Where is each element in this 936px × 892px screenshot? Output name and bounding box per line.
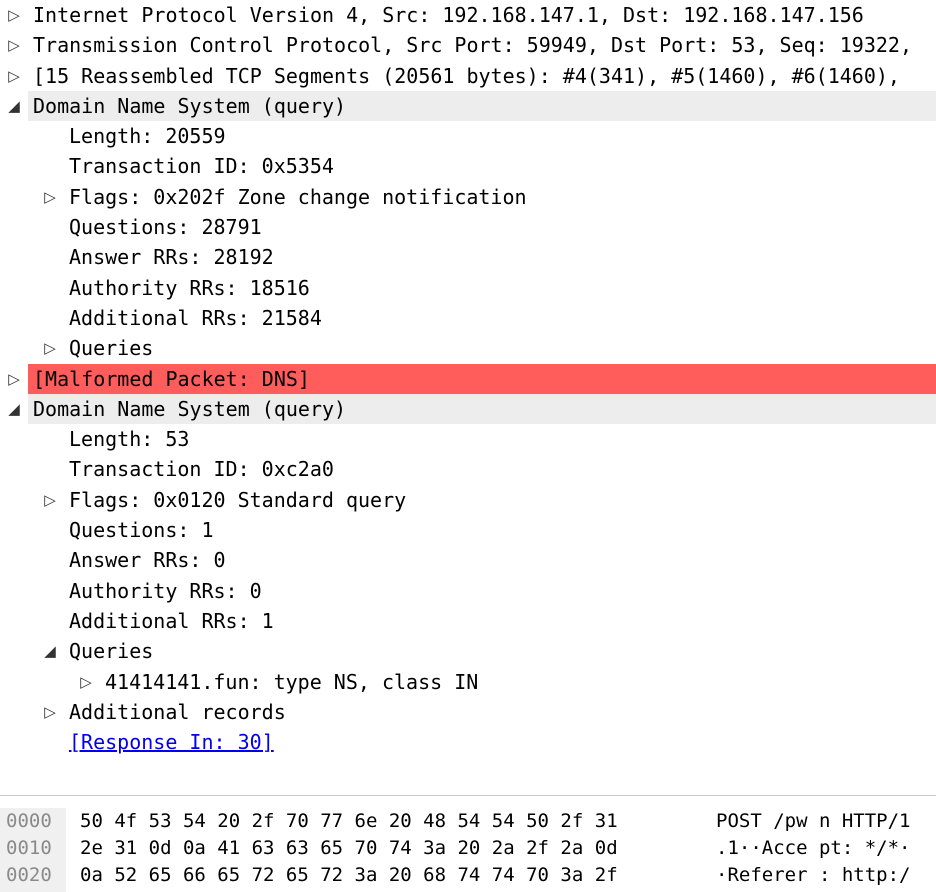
pane-divider[interactable] [0,795,936,796]
tree-row[interactable]: ▷ Flags: 0x202f Zone change notification [0,182,936,212]
tree-row-label: Domain Name System (query) [33,396,347,421]
tree-row[interactable]: ▷ Internet Protocol Version 4, Src: 192.1… [0,0,936,30]
tree-row[interactable]: ▷ [Malformed Packet: DNS] [0,363,936,394]
hex-offset: 0020 [6,864,52,886]
tree-row[interactable]: ▷ Transmission Control Protocol, Src Port… [0,30,936,60]
hex-offset: 0010 [6,837,52,859]
tree-row[interactable]: Answer RRs: 28192 [0,242,936,272]
tree-row-label: Authority RRs: 18516 [69,275,310,300]
tree-row-label: Additional records [69,699,286,724]
expand-arrow-icon[interactable]: ▷ [4,0,24,30]
tree-row-label: Transaction ID: 0xc2a0 [69,457,334,482]
expand-arrow-icon[interactable]: ▷ [40,333,60,363]
tree-row-label: Questions: 1 [69,518,214,543]
tree-row[interactable]: Questions: 28791 [0,212,936,242]
tree-row[interactable]: [Response In: 30] [0,727,936,757]
tree-row-label: [Malformed Packet: DNS] [33,366,310,391]
tree-row-label: Length: 20559 [69,124,226,149]
tree-row[interactable]: ▷ 41414141.fun: type NS, class IN [0,667,936,697]
expand-arrow-icon[interactable]: ▷ [40,697,60,727]
tree-row-label: Domain Name System (query) [33,93,347,118]
tree-row[interactable]: Transaction ID: 0x5354 [0,151,936,181]
expand-arrow-icon[interactable]: ▷ [4,61,24,91]
hex-ascii: .1··Acce pt: */*· [716,837,911,859]
tree-row[interactable]: Length: 53 [0,424,936,454]
tree-row-label: Queries [69,639,154,664]
tree-row-label: [15 Reassembled TCP Segments (20561 byte… [33,63,900,88]
tree-row-label: Flags: 0x0120 Standard query [69,487,407,512]
tree-row[interactable]: Transaction ID: 0xc2a0 [0,454,936,484]
collapse-arrow-icon[interactable]: ◢ [40,636,60,666]
tree-row[interactable]: ◢ Domain Name System (query) [0,90,936,122]
tree-row[interactable]: ▷ [15 Reassembled TCP Segments (20561 byt… [0,61,936,91]
packet-bytes-pane: 0000 50 4f 53 54 20 2f 70 77 6e 20 48 54 … [0,808,936,889]
hex-row[interactable]: 0010 2e 31 0d 0a 41 63 63 65 70 74 3a 20 … [0,835,936,862]
tree-row-label: Internet Protocol Version 4, Src: 192.16… [33,3,864,27]
tree-row[interactable]: Authority RRs: 18516 [0,273,936,303]
tree-row-label: Answer RRs: 0 [69,548,226,573]
expand-arrow-icon[interactable]: ▷ [4,30,24,60]
hex-bytes: 0a 52 65 66 65 72 65 72 3a 20 68 74 74 7… [80,864,618,886]
hex-row[interactable]: 0000 50 4f 53 54 20 2f 70 77 6e 20 48 54 … [0,808,936,835]
tree-row[interactable]: Authority RRs: 0 [0,576,936,606]
collapse-arrow-icon[interactable]: ◢ [4,91,24,121]
tree-row[interactable]: Questions: 1 [0,515,936,545]
tree-row-label: Transaction ID: 0x5354 [69,154,334,179]
hex-ascii: ·Referer : http:/ [716,864,911,886]
expand-arrow-icon[interactable]: ▷ [40,182,60,212]
tree-row[interactable]: Answer RRs: 0 [0,545,936,575]
tree-row-label: Additional RRs: 1 [69,608,274,633]
tree-row-label: Answer RRs: 28192 [69,245,274,270]
tree-row[interactable]: Length: 20559 [0,121,936,151]
tree-row-label: Additional RRs: 21584 [69,305,322,330]
hex-row[interactable]: 0020 0a 52 65 66 65 72 65 72 3a 20 68 74 … [0,862,936,889]
tree-row-label: Questions: 28791 [69,215,262,240]
tree-row-label: Transmission Control Protocol, Src Port:… [33,33,912,58]
tree-row[interactable]: Additional RRs: 21584 [0,303,936,333]
tree-row-label: 41414141.fun: type NS, class IN [105,669,479,694]
tree-row[interactable]: ▷ Flags: 0x0120 Standard query [0,485,936,515]
collapse-arrow-icon[interactable]: ◢ [4,394,24,424]
tree-row-label: Queries [69,336,154,361]
hex-ascii: POST /pw n HTTP/1 [716,810,911,832]
hex-bytes: 2e 31 0d 0a 41 63 63 65 70 74 3a 20 2a 2… [80,837,618,859]
tree-row[interactable]: ◢ Queries [0,636,936,666]
tree-row[interactable]: Additional RRs: 1 [0,606,936,636]
hex-bytes: 50 4f 53 54 20 2f 70 77 6e 20 48 54 54 5… [80,810,618,832]
tree-row-label: Length: 53 [69,427,190,452]
packet-details-tree: ▷ Internet Protocol Version 4, Src: 192.1… [0,0,936,757]
hex-offset: 0000 [6,810,52,832]
tree-row[interactable]: ▷ Additional records [0,697,936,727]
tree-row[interactable]: ▷ Queries [0,333,936,363]
expand-arrow-icon[interactable]: ▷ [4,364,24,394]
expand-arrow-icon[interactable]: ▷ [76,667,96,697]
response-in-link[interactable]: [Response In: 30] [69,727,274,757]
tree-row[interactable]: ◢ Domain Name System (query) [0,393,936,425]
tree-row-label: Authority RRs: 0 [69,578,262,603]
tree-row-label: Flags: 0x202f Zone change notification [69,184,527,209]
expand-arrow-icon[interactable]: ▷ [40,485,60,515]
